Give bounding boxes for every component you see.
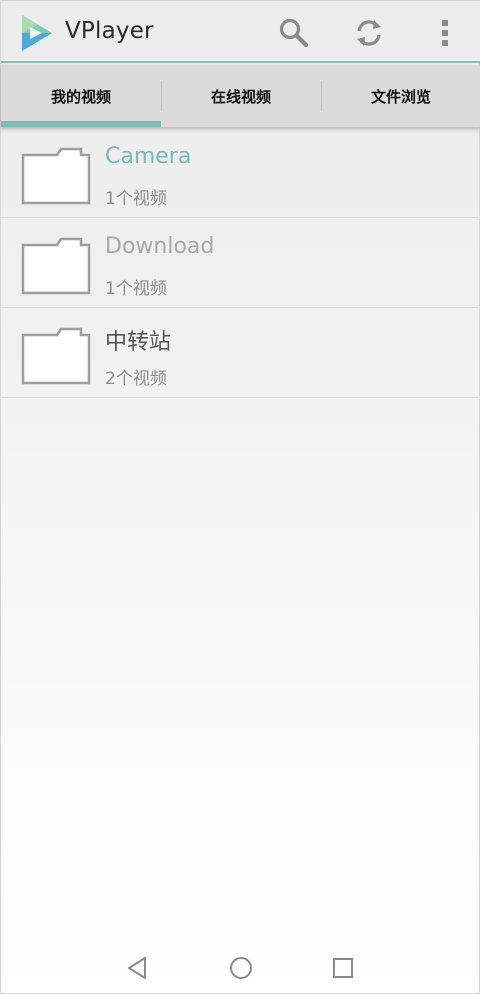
tab-online-videos[interactable]: 在线视频 [161, 65, 321, 127]
refresh-icon [357, 20, 381, 46]
app-bar: VPlayer [1, 1, 480, 63]
tab-label: 文件浏览 [370, 87, 431, 106]
home-icon [230, 957, 252, 979]
nav-recents-button[interactable] [330, 955, 356, 981]
tab-selected-indicator [1, 121, 161, 127]
folder-video-count: 1个视频 [105, 189, 167, 209]
folder-item-transfer[interactable]: 中转站 2个视频 [1, 308, 480, 398]
more-vert-icon [442, 20, 448, 46]
folder-video-count: 1个视频 [105, 279, 167, 299]
folder-icon [21, 327, 91, 385]
back-icon [128, 957, 146, 979]
app-title: VPlayer [65, 18, 154, 44]
folder-item-camera[interactable]: Camera 1个视频 [1, 128, 480, 218]
folder-list: Camera 1个视频 Download 1个视频 中转站 2个视频 [1, 128, 480, 398]
search-button[interactable] [278, 17, 310, 49]
folder-item-download[interactable]: Download 1个视频 [1, 218, 480, 308]
search-icon [279, 18, 309, 48]
nav-home-button[interactable] [228, 955, 254, 981]
folder-icon [21, 147, 91, 205]
tab-label: 我的视频 [50, 87, 111, 106]
refresh-button[interactable] [353, 17, 385, 49]
tab-file-browser[interactable]: 文件浏览 [321, 65, 480, 127]
tab-bar: 我的视频 在线视频 文件浏览 [1, 65, 480, 127]
folder-name: Download [105, 234, 215, 259]
tab-my-videos[interactable]: 我的视频 [1, 65, 161, 127]
folder-name: 中转站 [105, 330, 172, 355]
folder-video-count: 2个视频 [105, 369, 167, 389]
folder-icon [21, 237, 91, 295]
folder-name: Camera [105, 144, 192, 169]
nav-back-button[interactable] [125, 955, 151, 981]
more-options-button[interactable] [429, 17, 461, 49]
tab-label: 在线视频 [210, 87, 271, 106]
recents-icon [333, 958, 353, 978]
vplayer-logo-icon [22, 15, 52, 51]
system-nav-bar [1, 941, 480, 994]
